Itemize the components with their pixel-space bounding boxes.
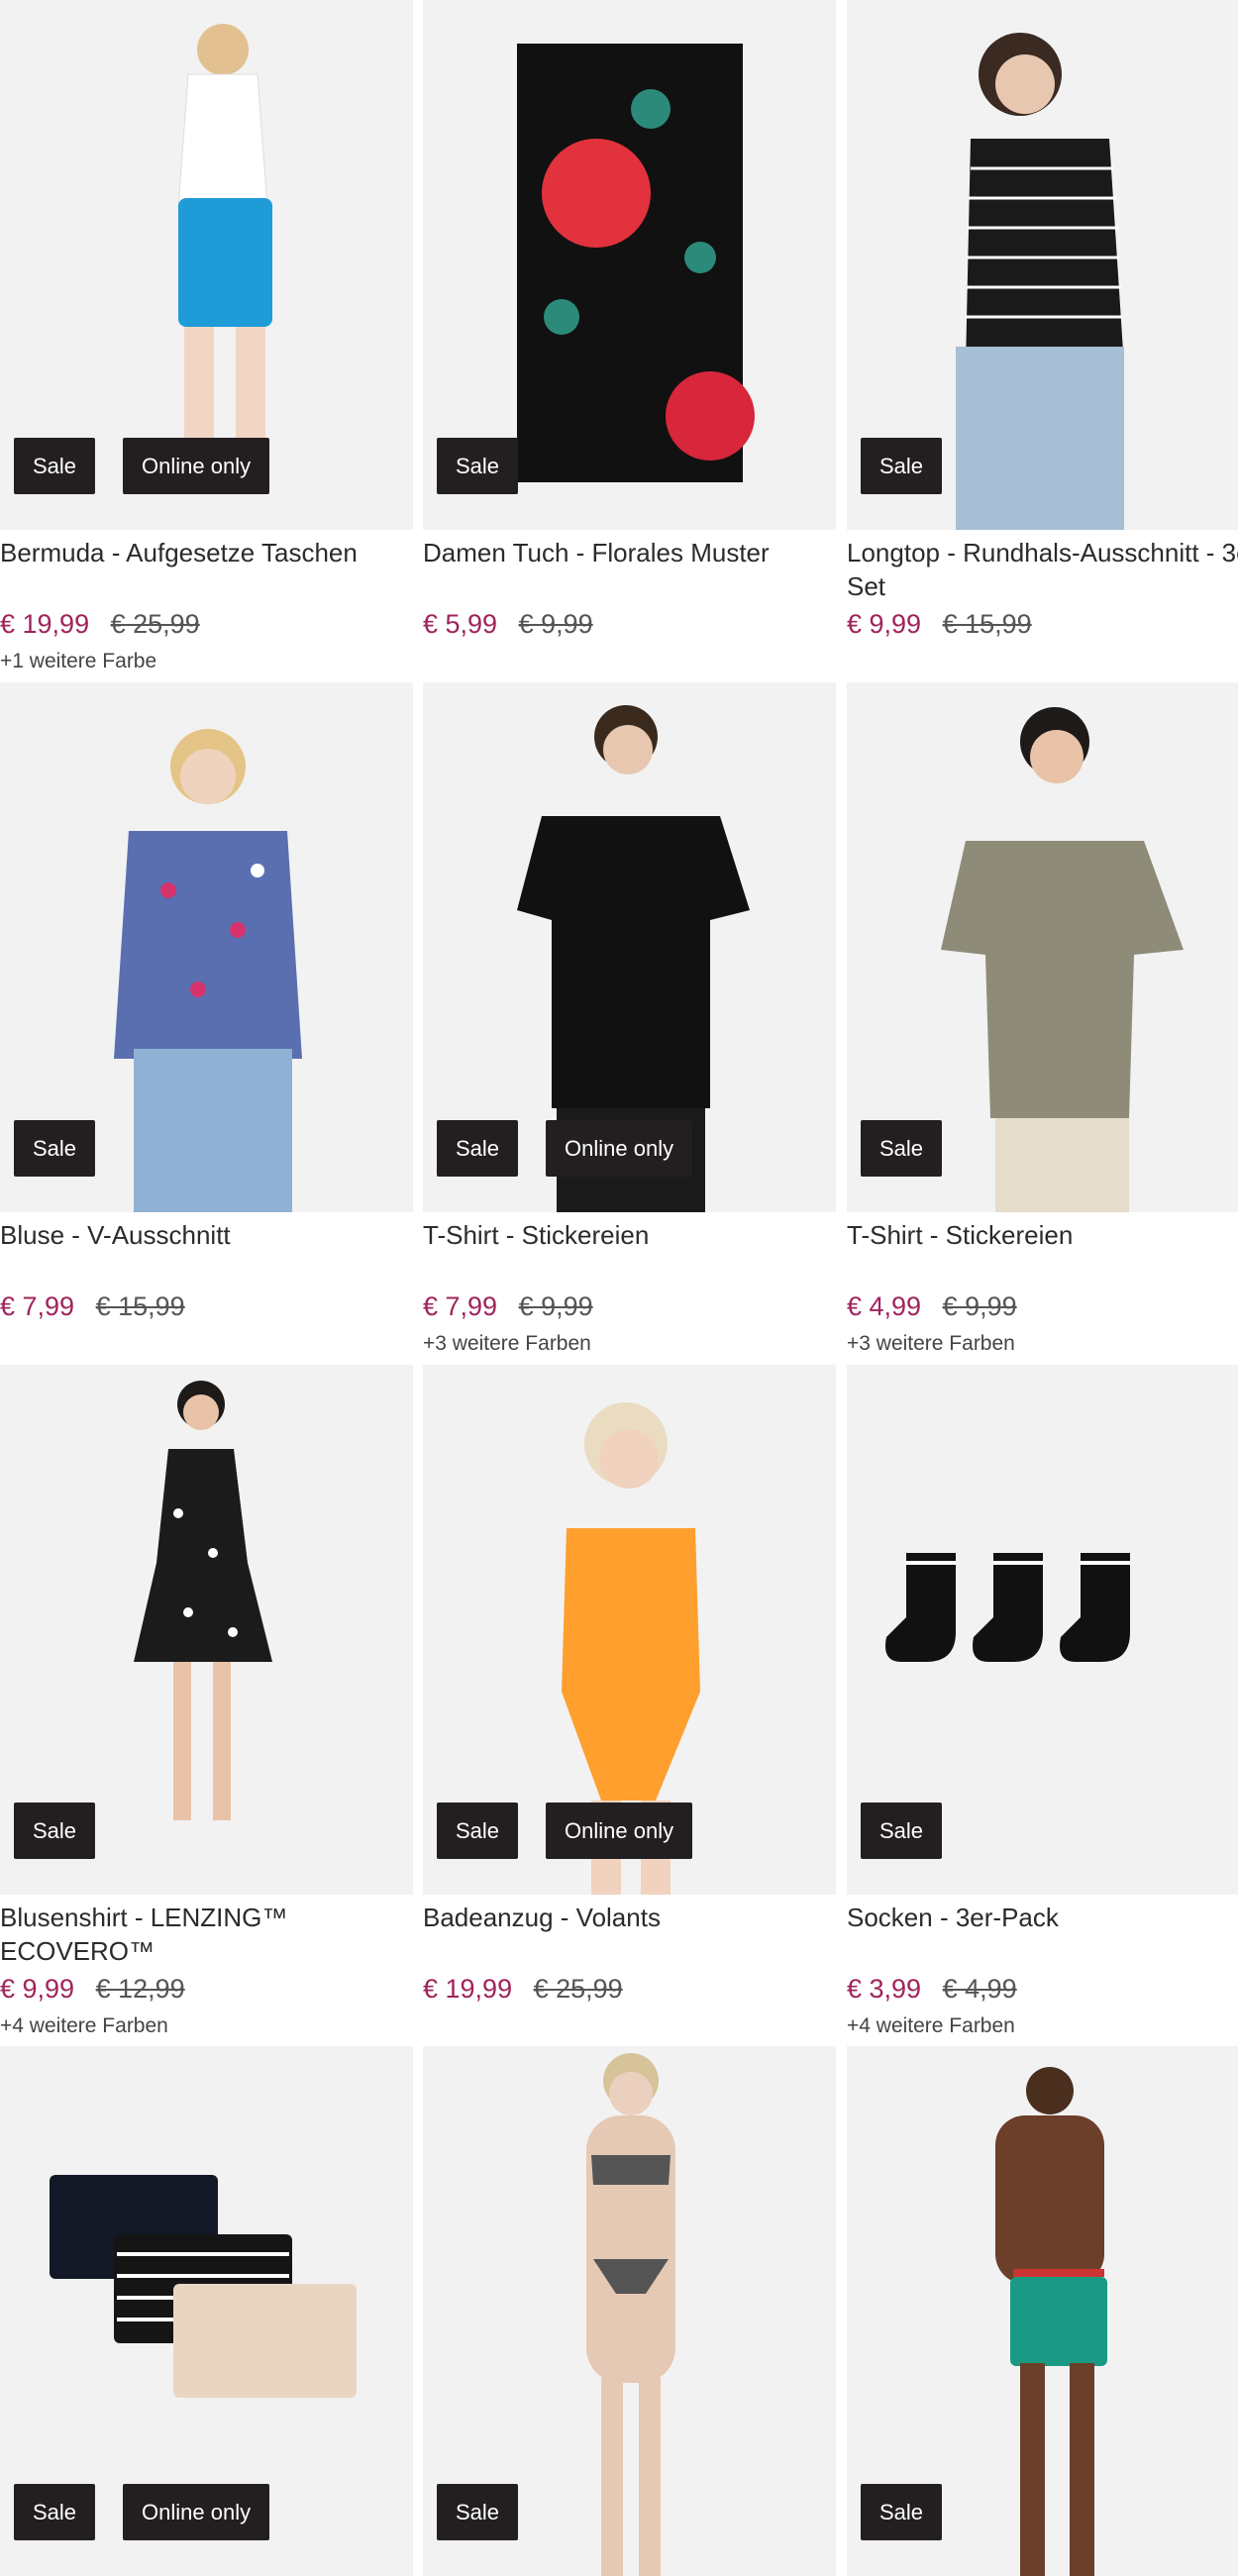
badges: Sale (861, 1803, 943, 1859)
price-row: € 9,99 € 12,99 (0, 1974, 413, 2005)
sale-badge: Sale (14, 2484, 96, 2540)
price-row: € 4,99 € 9,99 (847, 1291, 1238, 1322)
product-image[interactable]: Sale Online only (0, 2046, 413, 2576)
product-image[interactable]: Sale (847, 682, 1238, 1212)
product-title[interactable]: Bluse - V-Ausschnitt (0, 1218, 413, 1288)
badges: Sale (14, 1120, 96, 1177)
product-card[interactable]: Sale Bluse - V-Ausschnitt € 7,99 € 15,99 (0, 682, 413, 1332)
original-price: € 9,99 (518, 609, 593, 639)
product-image[interactable]: Sale (0, 1365, 413, 1895)
product-card[interactable]: Sale Damen Tuch - Florales Muster € 5,99… (423, 0, 836, 650)
product-image[interactable]: Sale (423, 0, 836, 530)
price-row: € 3,99 € 4,99 (847, 1974, 1238, 2005)
product-image[interactable]: Sale (847, 1365, 1238, 1895)
price-row: € 9,99 € 15,99 (847, 609, 1238, 640)
sale-price: € 19,99 (0, 609, 90, 639)
product-card[interactable]: Sale Blusenshirt - LENZING™ ECOVERO™ € 9… (0, 1365, 413, 2038)
product-title[interactable]: Damen Tuch - Florales Muster (423, 536, 836, 605)
original-price: € 25,99 (533, 1974, 623, 2004)
badges: Sale Online only (14, 438, 270, 494)
product-title[interactable]: T-Shirt - Stickereien (423, 1218, 836, 1288)
sale-price: € 9,99 (847, 609, 922, 639)
product-image[interactable]: Sale Online only (423, 682, 836, 1212)
product-title[interactable]: Socken - 3er-Pack (847, 1901, 1238, 1970)
product-card[interactable]: Sale Online only Badeanzug - Volants € 1… (423, 1365, 836, 2014)
original-price: € 12,99 (95, 1974, 185, 2004)
product-grid: Sale Online only Bermuda - Aufgesetze Ta… (0, 0, 1238, 2576)
sale-price: € 9,99 (0, 1974, 75, 2004)
badges: Sale Online only (437, 1803, 693, 1859)
badges: Sale Online only (14, 2484, 270, 2540)
online-only-badge: Online only (546, 1120, 693, 1177)
badges: Sale (14, 1803, 96, 1859)
sale-badge: Sale (14, 1803, 96, 1859)
price-row: € 19,99 € 25,99 (423, 1974, 836, 2005)
original-price: € 9,99 (942, 1291, 1017, 1321)
price-row: € 5,99 € 9,99 (423, 609, 836, 640)
badges: Sale (437, 438, 519, 494)
sale-price: € 7,99 (0, 1291, 75, 1321)
product-card[interactable]: Sale Socken - 3er-Pack € 3,99 € 4,99 +4 … (847, 1365, 1238, 2038)
more-colors[interactable]: +4 weitere Farben (0, 2014, 413, 2038)
product-title[interactable]: Longtop - Rundhals-Ausschnitt - 3er Set (847, 536, 1238, 605)
sale-badge: Sale (14, 438, 96, 494)
product-title[interactable]: Blusenshirt - LENZING™ ECOVERO™ (0, 1901, 413, 1970)
badges: Sale (437, 2484, 519, 2540)
sale-price: € 19,99 (423, 1974, 513, 2004)
original-price: € 4,99 (942, 1974, 1017, 2004)
product-title[interactable]: T-Shirt - Stickereien (847, 1218, 1238, 1288)
price-row: € 19,99 € 25,99 (0, 609, 413, 640)
original-price: € 25,99 (110, 609, 200, 639)
original-price: € 9,99 (518, 1291, 593, 1321)
sale-price: € 5,99 (423, 609, 498, 639)
original-price: € 15,99 (942, 609, 1032, 639)
sale-badge: Sale (861, 1120, 943, 1177)
sale-badge: Sale (437, 1803, 519, 1859)
product-card[interactable]: Sale Online only Bermuda - Aufgesetze Ta… (0, 0, 413, 673)
more-colors[interactable]: +3 weitere Farben (423, 1332, 836, 1356)
sale-badge: Sale (437, 438, 519, 494)
badges: Sale (861, 438, 943, 494)
more-colors[interactable]: +1 weitere Farbe (0, 650, 413, 673)
online-only-badge: Online only (123, 2484, 270, 2540)
product-image[interactable]: Sale (847, 0, 1238, 530)
online-only-badge: Online only (546, 1803, 693, 1859)
product-title[interactable]: Badeanzug - Volants (423, 1901, 836, 1970)
product-image[interactable]: Sale Online only (0, 0, 413, 530)
sale-badge: Sale (437, 2484, 519, 2540)
sale-badge: Sale (861, 1803, 943, 1859)
sale-price: € 7,99 (423, 1291, 498, 1321)
badges: Sale (861, 1120, 943, 1177)
more-colors[interactable]: +4 weitere Farben (847, 2014, 1238, 2038)
original-price: € 15,99 (95, 1291, 185, 1321)
product-title[interactable]: Bermuda - Aufgesetze Taschen (0, 536, 413, 605)
more-colors[interactable]: +3 weitere Farben (847, 1332, 1238, 1356)
badges: Sale (861, 2484, 943, 2540)
price-row: € 7,99 € 9,99 (423, 1291, 836, 1322)
product-card[interactable]: Sale T-Shirt - Stickereien € 4,99 € 9,99… (847, 682, 1238, 1356)
online-only-badge: Online only (123, 438, 270, 494)
sale-badge: Sale (861, 2484, 943, 2540)
product-card[interactable]: Sale Online only T-Shirt - Stickereien €… (423, 682, 836, 1356)
product-image[interactable]: Sale (0, 682, 413, 1212)
product-image[interactable]: Sale Online only (423, 1365, 836, 1895)
sale-badge: Sale (861, 438, 943, 494)
product-card[interactable]: Sale (423, 2046, 836, 2576)
product-card[interactable]: Sale (847, 2046, 1238, 2576)
product-image[interactable]: Sale (423, 2046, 836, 2576)
product-image[interactable]: Sale (847, 2046, 1238, 2576)
product-card[interactable]: Sale Online only (0, 2046, 413, 2576)
sale-price: € 3,99 (847, 1974, 922, 2004)
sale-badge: Sale (437, 1120, 519, 1177)
sale-badge: Sale (14, 1120, 96, 1177)
badges: Sale Online only (437, 1120, 693, 1177)
product-card[interactable]: Sale Longtop - Rundhals-Ausschnitt - 3er… (847, 0, 1238, 650)
price-row: € 7,99 € 15,99 (0, 1291, 413, 1322)
sale-price: € 4,99 (847, 1291, 922, 1321)
